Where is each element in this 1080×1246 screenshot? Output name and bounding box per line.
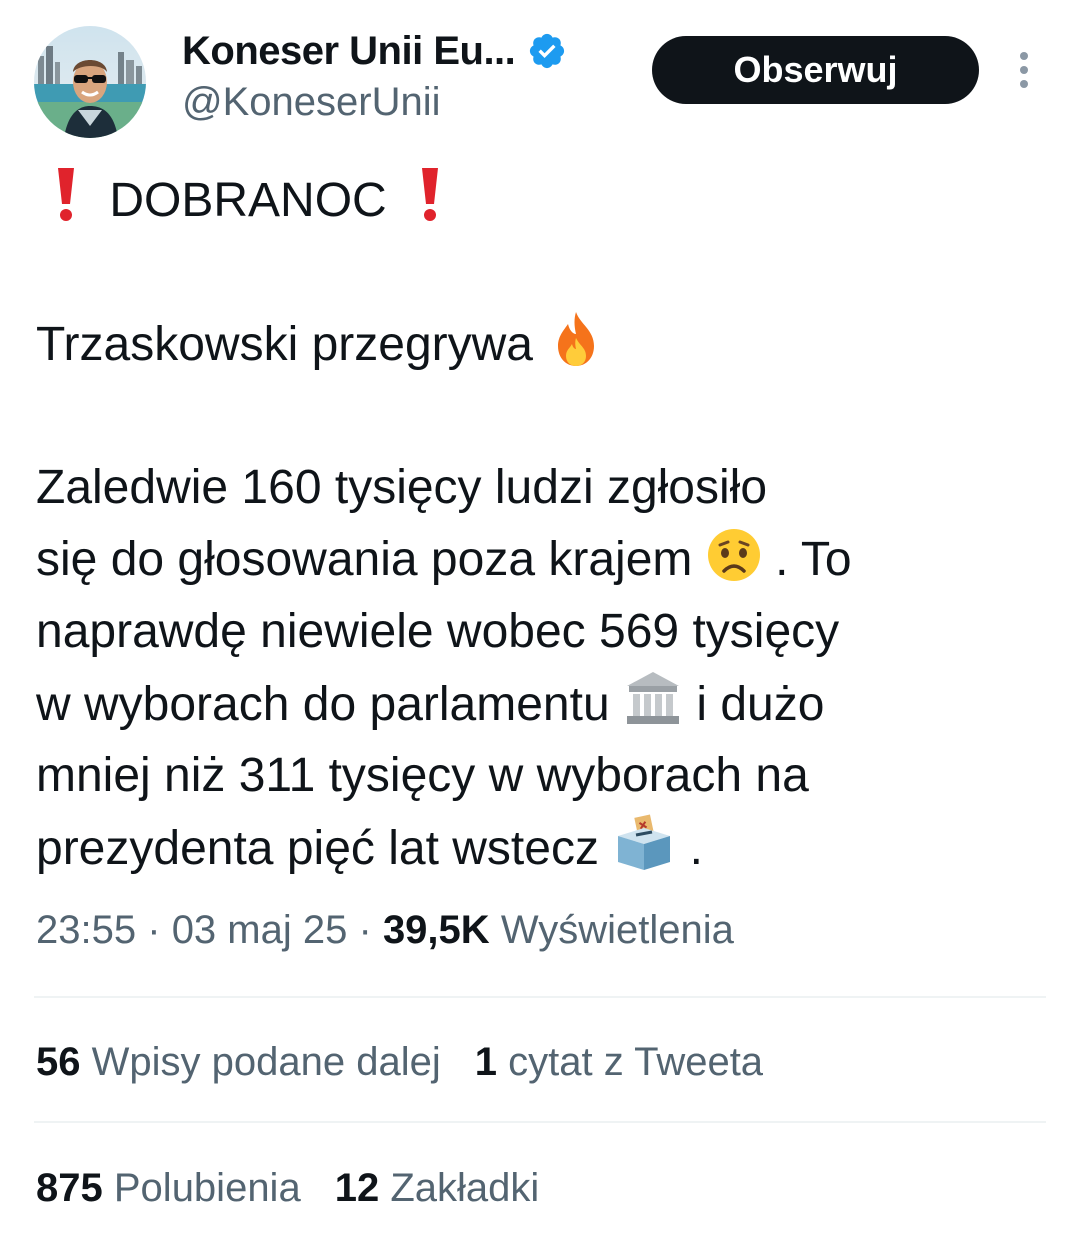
worried-face-icon	[706, 527, 762, 583]
tweet-line-text: .	[689, 822, 703, 875]
tweet-line-text: . To	[775, 533, 852, 586]
tweet-line-text: i dużo	[696, 678, 825, 731]
tweet-meta: 23:55 · 03 maj 25 · 39,5K Wyświetlenia	[36, 908, 734, 953]
ballot-box-icon	[612, 812, 676, 872]
exclamation-icon	[400, 164, 460, 224]
tweet-line: Trzaskowski przegrywa	[36, 308, 1036, 380]
quotes-count: 1	[474, 1040, 497, 1084]
views-count: 39,5K	[382, 908, 490, 952]
classical-building-icon	[623, 668, 683, 728]
headline-text: DOBRANOC	[109, 174, 387, 227]
likes-count: 875	[36, 1166, 103, 1210]
reposts-count: 56	[36, 1040, 81, 1084]
exclamation-icon	[36, 164, 96, 224]
tweet-line: Zaledwie 160 tysięcy ludzi zgłosiło	[36, 461, 768, 514]
tweet-text: DOBRANOC Trzaskowski przegrywa Zaledwie …	[36, 164, 1036, 884]
likes-label: Polubienia	[113, 1166, 301, 1210]
tweet-date[interactable]: 03 maj 25	[172, 908, 348, 952]
quotes-stat[interactable]: 1 cytat z Tweeta	[475, 1040, 763, 1085]
divider	[34, 996, 1046, 998]
verified-badge-icon	[527, 31, 567, 71]
likes-stat[interactable]: 875 Polubienia	[36, 1166, 301, 1211]
tweet-line-text: Trzaskowski przegrywa	[36, 318, 533, 371]
meta-separator: ·	[147, 908, 161, 952]
fire-icon	[546, 308, 606, 368]
engagement-row-1: 56 Wpisy podane dalej 1 cytat z Tweeta	[36, 1040, 763, 1085]
more-options-icon[interactable]	[1006, 46, 1042, 94]
engagement-row-2: 875 Polubienia 12 Zakładki	[36, 1166, 539, 1211]
views-label: Wyświetlenia	[500, 908, 734, 952]
tweet-line: naprawdę niewiele wobec 569 tysięcy	[36, 605, 840, 658]
divider	[34, 1121, 1046, 1123]
tweet-line-text: w wyborach do parlamentu	[36, 678, 610, 731]
tweet-line: w wyborach do parlamentu i dużo	[36, 668, 1036, 740]
tweet-time[interactable]: 23:55	[36, 908, 136, 952]
quotes-label: cytat z Tweeta	[508, 1040, 764, 1084]
bookmarks-label: Zakładki	[390, 1166, 540, 1210]
display-name-row: Koneser Unii Eu...	[182, 28, 567, 74]
bookmarks-count: 12	[334, 1166, 380, 1210]
tweet-line: się do głosowania poza krajem . To	[36, 524, 1036, 596]
tweet-line-text: prezydenta pięć lat wstecz	[36, 822, 599, 875]
user-handle[interactable]: @KoneserUnii	[182, 80, 441, 125]
meta-separator: ·	[358, 908, 372, 952]
tweet-line: prezydenta pięć lat wstecz .	[36, 812, 1036, 884]
bookmarks-stat[interactable]: 12 Zakładki	[335, 1166, 540, 1211]
reposts-label: Wpisy podane dalej	[91, 1040, 441, 1084]
tweet-line: mniej niż 311 tysięcy w wyborach na	[36, 749, 809, 802]
tweet-header: Koneser Unii Eu... @KoneserUnii Obserwuj	[0, 0, 1080, 150]
reposts-stat[interactable]: 56 Wpisy podane dalej	[36, 1040, 441, 1085]
follow-button[interactable]: Obserwuj	[652, 36, 979, 104]
avatar[interactable]	[34, 26, 146, 138]
display-name[interactable]: Koneser Unii Eu...	[182, 29, 516, 74]
tweet-line: DOBRANOC	[36, 164, 1036, 236]
tweet-line-text: się do głosowania poza krajem	[36, 533, 693, 586]
